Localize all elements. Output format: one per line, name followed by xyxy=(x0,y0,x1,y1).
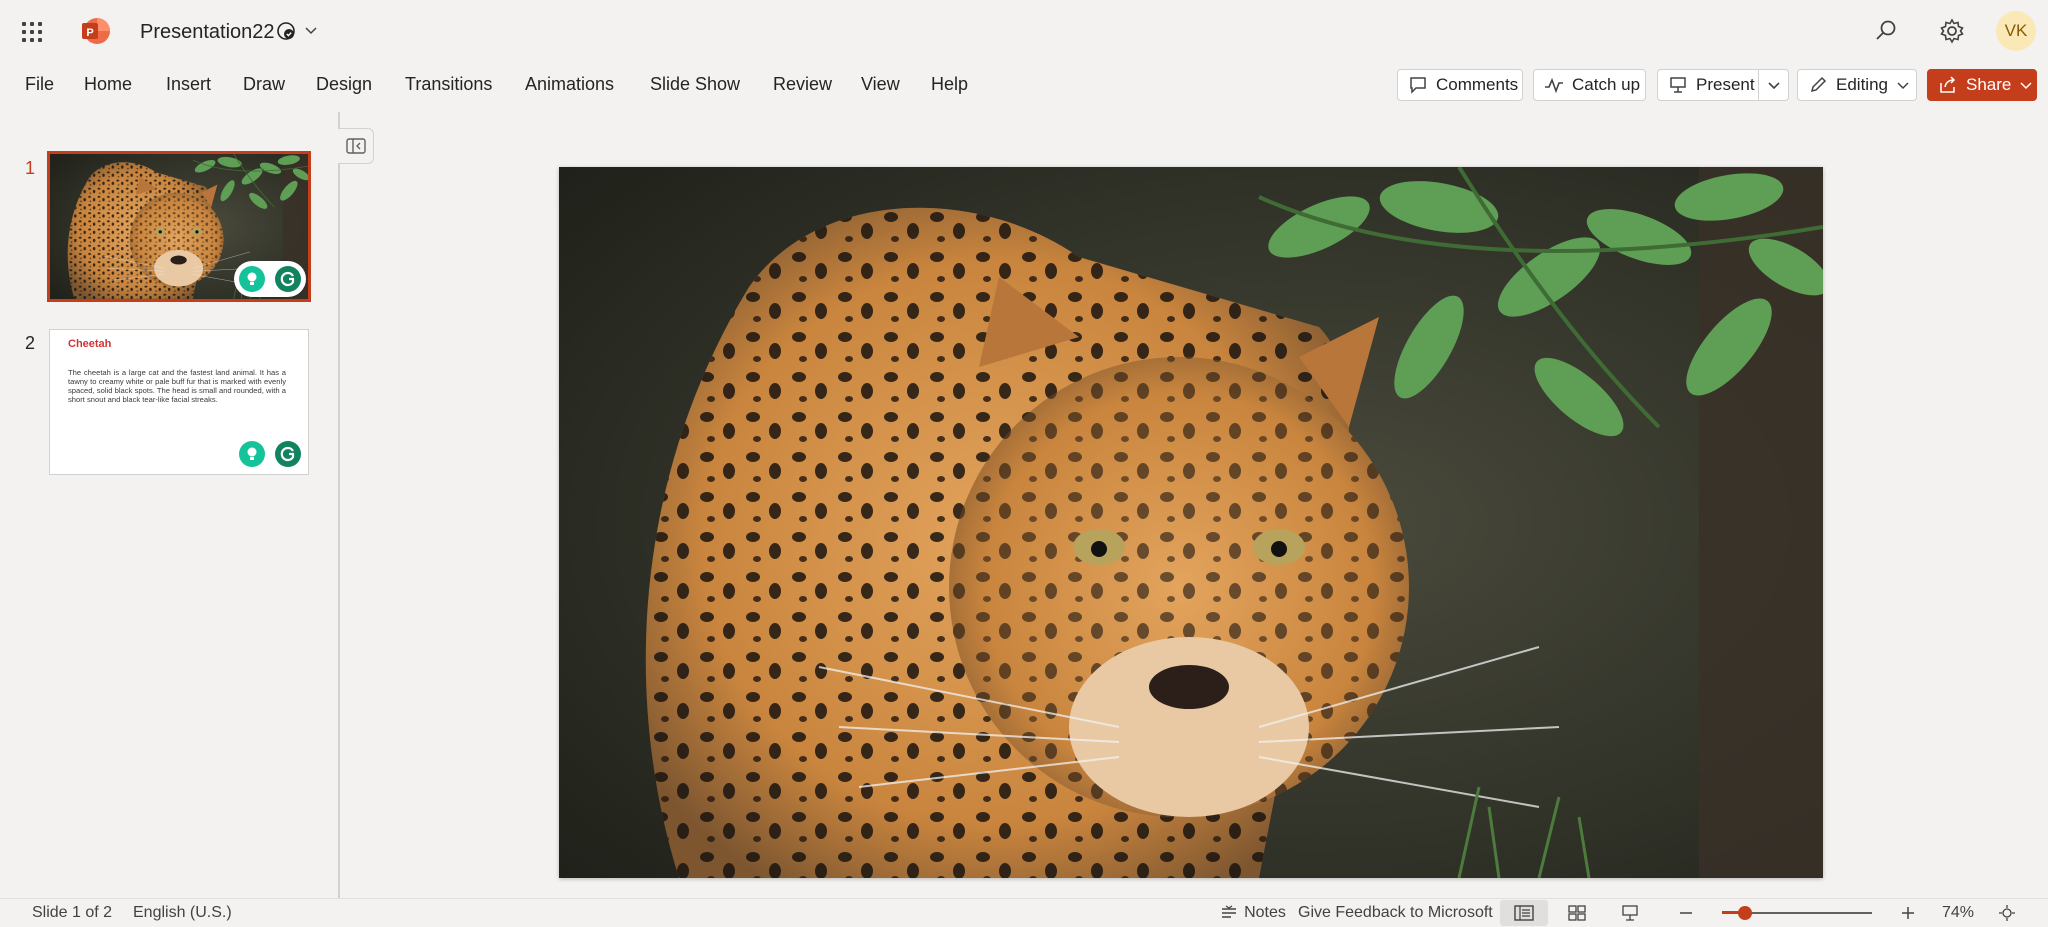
editing-mode-button[interactable]: Editing xyxy=(1797,69,1917,101)
tab-home[interactable]: Home xyxy=(84,74,132,95)
give-feedback-link[interactable]: Give Feedback to Microsoft xyxy=(1298,904,1493,922)
leopard-photo[interactable] xyxy=(559,167,1823,878)
tab-slide-show[interactable]: Slide Show xyxy=(650,74,740,95)
slide-thumbnail-2[interactable]: Cheetah The cheetah is a large cat and t… xyxy=(49,329,309,475)
share-button[interactable]: Share xyxy=(1927,69,2037,101)
tab-animations[interactable]: Animations xyxy=(525,74,614,95)
catch-up-button[interactable]: Catch up xyxy=(1533,69,1646,101)
grammarly-g-icon[interactable] xyxy=(275,266,301,292)
slideshow-view-button[interactable] xyxy=(1615,900,1645,926)
present-button[interactable]: Present xyxy=(1657,69,1759,101)
present-screen-icon xyxy=(1622,905,1638,921)
normal-view-button[interactable] xyxy=(1500,900,1548,926)
present-options-button[interactable] xyxy=(1758,69,1789,101)
zoom-in-button[interactable] xyxy=(1894,900,1922,926)
slide-thumbnail-pane: 1 2 Cheetah The cheetah is a large cat a… xyxy=(0,120,338,898)
zoom-slider-thumb[interactable] xyxy=(1737,906,1752,920)
svg-text:P: P xyxy=(86,27,93,39)
tab-design[interactable]: Design xyxy=(316,74,372,95)
slide-sorter-icon xyxy=(1568,905,1586,921)
activity-pulse-icon xyxy=(1545,77,1563,94)
comments-label: Comments xyxy=(1436,75,1519,94)
collapse-pane-button[interactable] xyxy=(338,128,374,164)
tab-review[interactable]: Review xyxy=(773,74,832,95)
share-label: Share xyxy=(1966,75,2012,94)
grammarly-bulb-icon[interactable] xyxy=(239,441,265,467)
present-screen-icon xyxy=(1670,77,1686,93)
chevron-down-icon xyxy=(1768,82,1780,90)
collapse-pane-icon xyxy=(345,138,366,154)
notes-label: Notes xyxy=(1244,904,1286,921)
grammarly-badges xyxy=(234,436,306,472)
powerpoint-logo-icon[interactable]: P xyxy=(80,16,112,46)
avatar[interactable]: VK xyxy=(1996,11,2036,51)
zoom-out-button[interactable] xyxy=(1672,900,1700,926)
thumbnail-slide-title: Cheetah xyxy=(68,338,112,350)
grammarly-bulb-icon[interactable] xyxy=(239,266,265,292)
gear-icon[interactable] xyxy=(1938,17,1966,45)
grammarly-badges xyxy=(234,261,306,297)
grammarly-g-icon[interactable] xyxy=(275,441,301,467)
notes-button[interactable]: Notes xyxy=(1218,900,1288,926)
tab-help[interactable]: Help xyxy=(931,74,968,95)
language-indicator[interactable]: English (U.S.) xyxy=(133,904,232,922)
document-title[interactable]: Presentation22 xyxy=(140,21,275,44)
chevron-down-icon[interactable] xyxy=(304,23,318,37)
present-label: Present xyxy=(1696,75,1755,94)
tab-insert[interactable]: Insert xyxy=(166,74,211,95)
minus-icon xyxy=(1680,912,1692,914)
tab-draw[interactable]: Draw xyxy=(243,74,285,95)
zoom-level[interactable]: 74% xyxy=(1942,904,1974,922)
share-icon xyxy=(1940,76,1956,93)
fit-to-window-icon xyxy=(1999,905,2015,921)
catch-up-label: Catch up xyxy=(1572,75,1641,94)
slide-indicator: Slide 1 of 2 xyxy=(32,904,113,921)
slide-canvas[interactable] xyxy=(559,167,1823,878)
thumbnail-slide-body: The cheetah is a large cat and the faste… xyxy=(68,368,286,404)
comments-button[interactable]: Comments xyxy=(1397,69,1523,101)
fit-to-window-button[interactable] xyxy=(1992,900,2022,926)
tab-file[interactable]: File xyxy=(25,74,54,95)
normal-view-icon xyxy=(1514,905,1534,921)
thumbnail-number: 1 xyxy=(25,158,36,178)
search-icon[interactable] xyxy=(1872,17,1900,45)
slide-sorter-button[interactable] xyxy=(1562,900,1592,926)
tab-transitions[interactable]: Transitions xyxy=(405,74,492,95)
tab-view[interactable]: View xyxy=(861,74,900,95)
notes-icon xyxy=(1222,905,1237,918)
status-bar: Slide 1 of 2 English (U.S.) Notes Give F… xyxy=(0,898,2048,927)
pencil-icon xyxy=(1810,76,1827,93)
chevron-down-icon xyxy=(1897,82,1909,90)
ribbon-tabs: File Home Insert Draw Design Transitions… xyxy=(0,62,2048,108)
chevron-down-icon xyxy=(2020,82,2032,90)
editing-label: Editing xyxy=(1836,75,1888,94)
pane-divider[interactable] xyxy=(338,112,340,898)
thumbnail-number: 2 xyxy=(25,333,36,353)
slide-thumbnail-1[interactable] xyxy=(47,151,311,302)
waffle-icon[interactable] xyxy=(20,20,44,44)
saved-cloud-check-icon[interactable] xyxy=(276,21,296,41)
comment-icon xyxy=(1410,77,1426,94)
title-bar: P Presentation22 VK xyxy=(0,0,2048,62)
plus-icon xyxy=(1902,907,1914,919)
